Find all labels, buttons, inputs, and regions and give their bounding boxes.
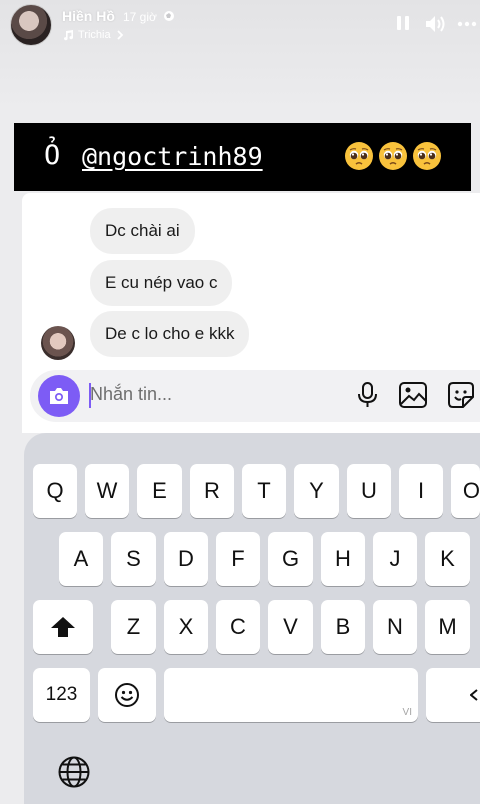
pleading-face-icon (413, 142, 441, 170)
key-g[interactable]: G (268, 532, 313, 586)
message-text: E cu nép vao c (105, 273, 218, 292)
message-input[interactable]: Nhắn tin... (90, 384, 172, 405)
globe-icon (164, 11, 174, 21)
music-row[interactable]: Trichia (62, 27, 125, 43)
emoji-key[interactable] (98, 668, 156, 722)
banner-emoji-row (344, 141, 442, 171)
return-key[interactable] (426, 668, 480, 722)
return-arrow-icon (470, 689, 478, 701)
key-f[interactable]: F (216, 532, 260, 586)
key-t[interactable]: T (242, 464, 286, 518)
more-options-icon[interactable] (457, 14, 477, 34)
pause-icon[interactable] (396, 14, 410, 32)
key-w[interactable]: W (85, 464, 129, 518)
smiley-icon (115, 683, 139, 707)
sender-avatar (41, 326, 75, 360)
key-h[interactable]: H (321, 532, 365, 586)
avatar[interactable] (10, 4, 52, 46)
key-v[interactable]: V (268, 600, 313, 654)
space-key[interactable]: VI (164, 668, 418, 722)
banner-prefix: Ỏ (44, 140, 61, 171)
image-gallery-icon[interactable] (398, 380, 428, 410)
message-bubble: E cu nép vao c (90, 260, 233, 306)
numbers-key[interactable]: 123 (33, 668, 90, 722)
key-x[interactable]: X (164, 600, 208, 654)
sticker-icon[interactable] (446, 380, 476, 410)
key-r[interactable]: R (190, 464, 234, 518)
key-e[interactable]: E (137, 464, 182, 518)
key-k[interactable]: K (425, 532, 470, 586)
key-i[interactable]: I (399, 464, 443, 518)
pleading-face-icon (379, 142, 407, 170)
message-text: De c lo cho e kkk (105, 324, 235, 343)
key-d[interactable]: D (164, 532, 208, 586)
key-o[interactable]: O (451, 464, 480, 518)
chevron-right-icon (116, 30, 123, 40)
banner-mention-link[interactable]: @ngoctrinh89 (82, 142, 263, 171)
globe-icon[interactable] (57, 755, 91, 789)
message-bubble: Dc chài ai (90, 208, 195, 254)
shift-key[interactable] (33, 600, 93, 654)
key-y[interactable]: Y (294, 464, 339, 518)
key-u[interactable]: U (347, 464, 391, 518)
story-user-name[interactable]: Hiền Hồ (62, 8, 115, 24)
key-m[interactable]: M (425, 600, 470, 654)
music-title: Trichia (78, 29, 111, 41)
music-note-icon (64, 30, 74, 41)
key-a[interactable]: A (59, 532, 103, 586)
message-text: Dc chài ai (105, 221, 180, 240)
language-hint: VI (402, 707, 412, 718)
key-s[interactable]: S (111, 532, 156, 586)
camera-button[interactable] (38, 375, 80, 417)
microphone-icon[interactable] (353, 380, 383, 410)
pleading-face-icon (345, 142, 373, 170)
key-j[interactable]: J (373, 532, 417, 586)
key-z[interactable]: Z (111, 600, 156, 654)
key-b[interactable]: B (321, 600, 365, 654)
shift-arrow-icon (51, 617, 75, 637)
volume-icon[interactable] (424, 14, 448, 34)
key-q[interactable]: Q (33, 464, 77, 518)
camera-icon (50, 388, 68, 404)
key-c[interactable]: C (216, 600, 260, 654)
story-time: 17 giờ (123, 10, 157, 24)
key-n[interactable]: N (373, 600, 417, 654)
message-bubble: De c lo cho e kkk (90, 311, 250, 357)
